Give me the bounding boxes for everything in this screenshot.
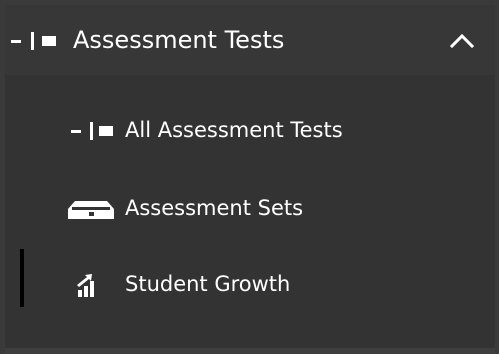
tray-icon bbox=[68, 201, 114, 219]
nav-item-label: Assessment Sets bbox=[125, 196, 304, 220]
section-title: Assessment Tests bbox=[73, 26, 285, 54]
nav-item-label: Student Growth bbox=[125, 272, 291, 296]
nav-item-assessment-sets[interactable]: Assessment Sets bbox=[5, 185, 495, 233]
active-indicator bbox=[20, 249, 24, 307]
sidebar-panel: Assessment Tests All Assessment Tests As… bbox=[5, 5, 495, 354]
dash-pipe-square-icon bbox=[11, 32, 56, 50]
bottom-divider bbox=[5, 348, 495, 354]
dash-pipe-square-icon bbox=[71, 122, 113, 140]
nav-item-label: All Assessment Tests bbox=[125, 118, 343, 142]
section-header[interactable]: Assessment Tests bbox=[5, 5, 495, 75]
chevron-up-icon[interactable] bbox=[445, 27, 479, 53]
growth-bars-icon bbox=[77, 274, 94, 297]
nav-item-student-growth[interactable]: Student Growth bbox=[5, 261, 495, 309]
nav-item-all-assessment-tests[interactable]: All Assessment Tests bbox=[5, 107, 495, 155]
